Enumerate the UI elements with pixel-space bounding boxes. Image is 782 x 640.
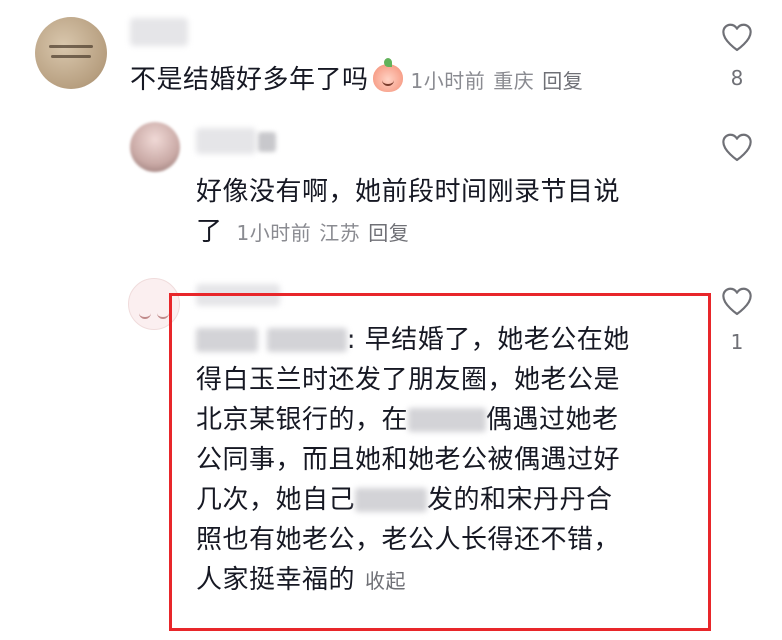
comment-3-line-3b: 偶遇过她老 [486,405,619,435]
comment-1-location: 重庆 [493,69,535,93]
reply-target-blurred [266,328,347,352]
comment-2-time: 1小时前 [236,221,312,245]
collapse-button[interactable]: 收起 [365,569,406,593]
username-blurred-tail [258,132,276,152]
heart-outline-icon[interactable] [720,132,754,162]
comment-2-line-1: 好像没有啊，她前段时间刚录节目说 [196,177,621,207]
comment-2-line-2: 了 [196,217,223,247]
comment-1-time: 1小时前 [410,69,486,93]
comment-2-text: 好像没有啊，她前段时间刚录节目说 了 1小时前 江苏 回复 [196,172,620,253]
username-blurred[interactable] [196,128,256,154]
comment-text: 不是结婚好多年了吗 1小时前 重庆 回复 [130,58,591,101]
peach-emoji [372,58,403,92]
comment-2-reply-button[interactable]: 回复 [368,221,409,245]
comment-3-line-4: 公同事，而且她和她老公被偶遇过好 [196,445,621,475]
comment-3-line-5b: 发的和宋丹丹合 [427,485,613,515]
avatar-commenter-2[interactable] [130,122,180,172]
comment-3-text: : 早结婚了，她老公在她 得白玉兰时还发了朋友圈，她老公是 北京某银行的，在 偶遇… [196,320,706,601]
blurred-place [355,488,428,512]
comment-1-reply-button[interactable]: 回复 [542,69,583,93]
reply-prefix-blurred [196,328,258,352]
heart-outline-icon[interactable] [720,286,754,316]
comment-1-text: 不是结婚好多年了吗 [130,65,369,95]
like-count: 1 [730,330,744,354]
heart-outline-icon[interactable] [720,22,754,52]
like-count: 8 [730,66,744,90]
comment-2-location: 江苏 [319,221,361,245]
avatar-commenter-1[interactable] [35,17,107,89]
comment-3-line-7: 人家挺幸福的 [196,565,356,595]
comment-3-line-1: : 早结婚了，她老公在她 [346,325,630,355]
comment-3-line-2: 得白玉兰时还发了朋友圈，她老公是 [196,365,621,395]
comment-3-line-3a: 北京某银行的，在 [196,405,409,435]
blurred-place [408,408,487,432]
comment-3-line-5a: 几次，她自己 [196,485,356,515]
username-blurred[interactable] [130,18,188,46]
comment-3-line-6: 照也有她老公，老公人长得还不错， [196,525,621,555]
